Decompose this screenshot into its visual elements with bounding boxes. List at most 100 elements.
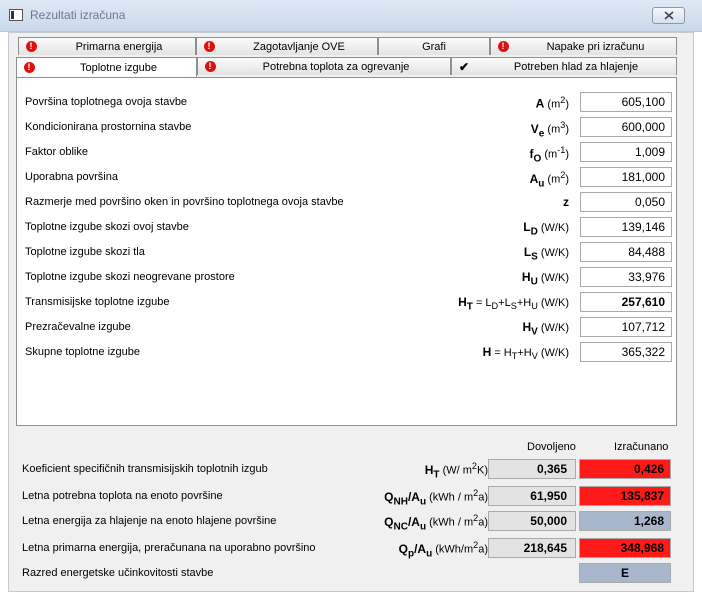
tab-label: Potrebna toplota za ogrevanje [262,60,410,73]
energy-class-value: E [579,563,671,583]
close-button[interactable] [652,7,685,24]
loss-symbol: z [563,195,569,209]
comparison-symbol: Qp/Au (kWh/m2a) [398,540,488,560]
tab-napake-pri-izracunu[interactable]: ! Napake pri izračunu [490,37,677,55]
heat-losses-panel: Površina toplotnega ovoja stavbe A (m2) 60… [16,77,677,426]
loss-symbol: LS (W/K) [523,245,569,263]
loss-value-field[interactable]: 107,712 [580,317,672,337]
check-icon: ✔ [458,59,470,74]
loss-symbol: fO (m-1) [529,145,570,165]
results-window: Rezultati izračuna ! Primarna energija !… [0,0,702,597]
comparison-symbol: QNC/Au (kWh / m2a) [384,513,488,533]
loss-label: Kondicionirana prostornina stavbe [25,121,192,133]
loss-value-field[interactable]: 600,000 [580,117,672,137]
tab-indicator: ! [198,61,222,72]
error-icon: ! [497,41,509,52]
comparison-label: Letna potrebna toplota na enoto površine [22,490,223,502]
loss-value-field[interactable]: 139,146 [580,217,672,237]
loss-value-field[interactable]: 365,322 [580,342,672,362]
loss-row: Skupne toplotne izgube H = HT+HV (W/K) 365… [17,341,678,363]
tab-label: Napake pri izračunu [546,40,645,53]
loss-row: Razmerje med površino oken in površino t… [17,191,678,213]
col-header-allowed: Dovoljeno [527,441,576,453]
error-icon: ! [204,61,216,72]
tab-toplotne-izgube[interactable]: ! Toplotne izgube [16,57,197,77]
loss-value-field[interactable]: 181,000 [580,167,672,187]
comparison-label: Letna primarna energija, preračunana na … [22,542,316,554]
tab-label: Primarna energija [75,40,163,53]
calculated-value-field: 0,426 [579,459,671,479]
error-icon: ! [25,41,37,52]
tab-label: Grafi [422,40,446,53]
loss-label: Površina toplotnega ovoja stavbe [25,96,188,108]
tab-grafi[interactable]: Grafi [378,37,490,55]
tab-potreben-hlad[interactable]: ✔ Potreben hlad za hlajenje [451,57,677,75]
loss-label: Prezračevalne izgube [25,321,131,333]
tab-indicator: ✔ [452,61,476,73]
tab-zagotavljanje-ove[interactable]: ! Zagotavljanje OVE [196,37,378,55]
window-title: Rezultati izračuna [30,8,126,22]
loss-symbol: Ve (m3) [530,120,569,140]
loss-label: Faktor oblike [25,146,88,158]
col-header-calculated: Izračunano [614,441,669,453]
allowed-value-field: 50,000 [488,511,576,531]
loss-value-field[interactable]: 605,100 [580,92,672,112]
tab-indicator: ! [197,41,221,52]
loss-row: Toplotne izgube skozi neogrevane prostor… [17,266,678,288]
tab-label: Potreben hlad za hlajenje [513,60,639,73]
loss-row: Površina toplotnega ovoja stavbe A (m2) 60… [17,91,678,113]
calculated-value-field: 135,837 [579,486,671,506]
error-icon: ! [23,62,35,73]
tab-indicator: ! [19,41,43,52]
loss-row: Kondicionirana prostornina stavbe Ve (m3)… [17,116,678,140]
tab-primarna-energija[interactable]: ! Primarna energija [18,37,196,55]
loss-label: Toplotne izgube skozi ovoj stavbe [25,221,189,233]
loss-label: Skupne toplotne izgube [25,346,140,358]
energy-class-label: Razred energetske učinkovitosti stavbe [22,567,214,579]
error-icon: ! [203,41,215,52]
loss-symbol: LD (W/K) [523,220,569,238]
comparison-row: Letna potrebna toplota na enoto površine… [16,484,677,508]
close-icon [663,11,674,20]
title-bar[interactable]: Rezultati izračuna [0,0,702,32]
calculated-value-field: 348,968 [579,538,671,558]
loss-label: Transmisijske toplotne izgube [25,296,170,308]
loss-symbol: HV (W/K) [522,320,569,338]
loss-value-field[interactable]: 33,976 [580,267,672,287]
app-icon [9,9,23,21]
calculated-value-field: 1,268 [579,511,671,531]
loss-symbol: HT = LD+LS+HU (W/K) [458,295,569,313]
loss-row: Toplotne izgube skozi ovoj stavbe LD (W/K… [17,216,678,238]
comparison-symbol: QNH/Au (kWh / m2a) [384,488,488,508]
loss-row: Toplotne izgube skozi tla LS (W/K) 84,488 [17,241,678,263]
comparison-label: Letna energija za hlajenje na enoto hlaj… [22,515,277,527]
loss-value-field[interactable]: 1,009 [580,142,672,162]
loss-value-field[interactable]: 0,050 [580,192,672,212]
tab-label: Zagotavljanje OVE [253,40,345,53]
allowed-value-field: 61,950 [488,486,576,506]
tab-indicator: ! [17,62,41,73]
allowed-value-field: 0,365 [488,459,576,479]
comparison-label: Koeficient specifičnih transmisijskih to… [22,463,268,475]
loss-value-field[interactable]: 257,610 [580,292,672,312]
loss-label: Toplotne izgube skozi neogrevane prostor… [25,271,235,283]
comparison-row: Letna energija za hlajenje na enoto hlaj… [16,509,677,533]
energy-class-row: Razred energetske učinkovitosti stavbe E [16,561,677,585]
comparison-symbol: HT (W/ m2K) [424,461,488,481]
tab-label: Toplotne izgube [79,61,158,74]
comparison-row: Letna primarna energija, preračunana na … [16,536,677,560]
loss-row: Transmisijske toplotne izgube HT = LD+LS+… [17,291,678,313]
loss-row: Prezračevalne izgube HV (W/K) 107,712 [17,316,678,338]
allowed-value-field: 218,645 [488,538,576,558]
loss-row: Uporabna površina Au (m2) 181,000 [17,166,678,190]
loss-value-field[interactable]: 84,488 [580,242,672,262]
loss-label: Razmerje med površino oken in površino t… [25,196,344,208]
loss-symbol: Au (m2) [529,170,569,190]
tab-potrebna-toplota[interactable]: ! Potrebna toplota za ogrevanje [197,57,451,75]
comparison-row: Koeficient specifičnih transmisijskih to… [16,457,677,481]
tab-indicator: ! [491,41,515,52]
loss-symbol: A (m2) [535,95,569,111]
loss-label: Uporabna površina [25,171,118,183]
loss-row: Faktor oblike fO (m-1) 1,009 [17,141,678,165]
loss-symbol: H = HT+HV (W/K) [482,345,569,362]
